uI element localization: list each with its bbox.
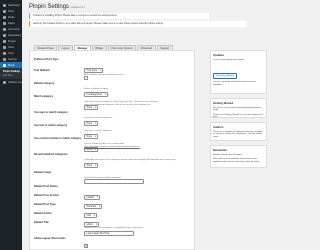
comments-icon [3, 27, 6, 31]
tools-icon [3, 51, 6, 55]
nested-categories-select[interactable]: None [84, 163, 99, 169]
collapse-icon [3, 80, 6, 84]
page-title: Pinpin Settings [29, 4, 70, 10]
main-content: Pinpin Settings version 2.1.2 Thanks for… [22, 0, 267, 250]
default-image-input[interactable] [84, 179, 144, 184]
updates-box: Updates Is your Pinpin plugin up to date… [210, 50, 267, 108]
check-updates-button[interactable]: Check for Updates [213, 73, 238, 79]
plugins-icon [3, 39, 6, 43]
pages-icon [3, 21, 6, 25]
appearance-icon [3, 33, 6, 37]
readme-link[interactable]: https://example.com/wp-content/plugins/p… [84, 146, 140, 148]
pin-icon [3, 63, 6, 67]
admin-sidebar: Dashboard Posts Media Pages Comments App… [0, 0, 22, 250]
newsletter-box: Newsletter Reader Design, Extra Widgets … [210, 145, 267, 168]
dashboard-icon [3, 3, 6, 7]
posts-icon [3, 9, 6, 13]
warning-notice: Warning: the Related Posts is not a plai… [29, 21, 246, 27]
sidebar-submenu: Pinpin Settings Add New [0, 68, 22, 79]
default-title-input[interactable]: Look Inside This Post [84, 231, 134, 236]
settings-icon [3, 57, 6, 61]
allow-legacy-shortcodes-checkbox[interactable] [84, 244, 88, 248]
getting-started-box: Getting Started Be sure to check out the… [210, 98, 267, 118]
addons-box: Addons There are a number of additional … [210, 122, 267, 141]
page-header: Pinpin Settings version 2.1.2 [29, 4, 85, 10]
text-fallback-checkbox[interactable] [84, 76, 88, 80]
media-icon [3, 15, 6, 19]
version-label: version 2.1.2 [71, 6, 85, 9]
settings-panel: Preferred Post Type Post Type Text fallb… [29, 50, 195, 250]
sidebar-sub-add-new[interactable]: Add New [0, 74, 22, 79]
collapse-menu-button[interactable]: Collapse menu [0, 79, 22, 85]
users-icon [3, 45, 6, 49]
info-notice: Thanks for installing Pinpin! Please tak… [29, 13, 209, 19]
